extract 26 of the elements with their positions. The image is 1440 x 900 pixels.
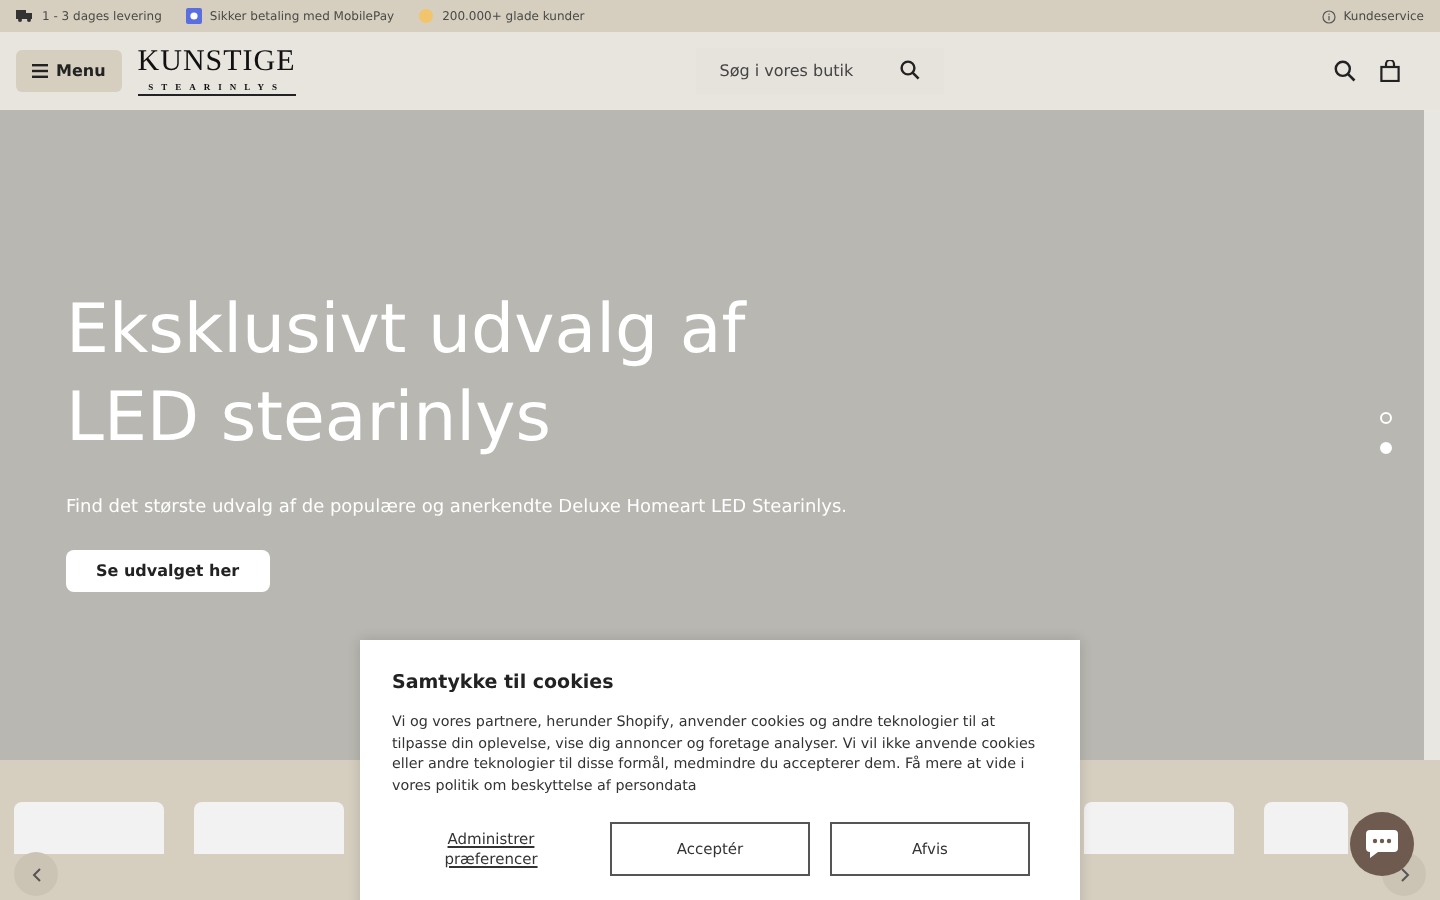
- hero-text: Find det største udvalg af de populære og anerkendte Deluxe Homeart LED Stearinlys.: [66, 498, 848, 518]
- slide-dot[interactable]: [1380, 442, 1392, 454]
- previous-button[interactable]: [14, 852, 58, 896]
- menu-icon: [32, 64, 48, 78]
- chevron-left-icon: [31, 867, 41, 881]
- product-card[interactable]: [194, 802, 344, 854]
- cart-button[interactable]: [1380, 60, 1400, 82]
- payment-icon: [185, 8, 202, 24]
- dialog-title: Samtykke til cookies: [392, 672, 616, 694]
- hero-heading: Eksklusivt udvalg af LED stearinlys: [66, 288, 746, 462]
- truck-icon: [16, 10, 34, 22]
- product-card[interactable]: [1084, 802, 1234, 854]
- menu-button[interactable]: Menu: [16, 50, 122, 92]
- product-card[interactable]: [14, 802, 164, 854]
- bag-icon: [1380, 60, 1400, 82]
- chat-icon: [1366, 830, 1398, 858]
- search-icon: [1334, 60, 1356, 82]
- chevron-right-icon: [1399, 867, 1409, 881]
- shop-button[interactable]: Se udvalget her: [66, 550, 270, 592]
- search-icon: [899, 60, 920, 80]
- chat-button[interactable]: [1350, 812, 1414, 876]
- logo-title: KUNSTIGE: [137, 47, 296, 75]
- info-icon: [1321, 9, 1336, 23]
- slide-dot[interactable]: [1380, 412, 1392, 424]
- scrollbar[interactable]: [1424, 110, 1440, 760]
- search-button[interactable]: [1334, 60, 1356, 82]
